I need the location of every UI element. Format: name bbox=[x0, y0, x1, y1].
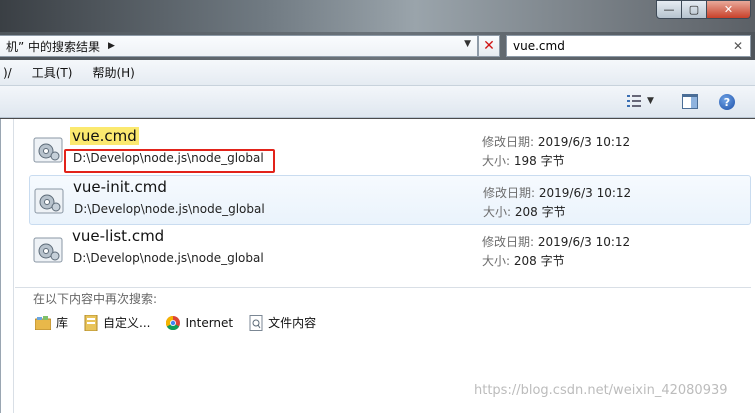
minimize-button[interactable]: — bbox=[656, 0, 682, 19]
search-custom-link[interactable]: 自定义... bbox=[84, 314, 150, 331]
breadcrumb[interactable]: 机” 中的搜索结果 bbox=[6, 38, 100, 55]
path-annotation-box bbox=[64, 149, 275, 173]
file-name[interactable]: vue-list.cmd bbox=[72, 227, 164, 245]
maximize-button[interactable]: ▢ bbox=[682, 0, 707, 19]
watermark: https://blog.csdn.net/weixin_42080939 bbox=[474, 383, 728, 398]
file-contents-label: 文件内容 bbox=[268, 316, 317, 330]
file-path: D:\Develop\node.js\node_global bbox=[73, 251, 264, 265]
chevron-down-icon[interactable]: ▼ bbox=[464, 39, 471, 49]
search-internet-link[interactable]: Internet bbox=[166, 315, 234, 330]
preview-pane-icon bbox=[682, 94, 698, 109]
nav-pane-edge bbox=[13, 119, 14, 413]
address-row: 机” 中的搜索结果 ▶ ▼ ✕ vue.cmd ✕ bbox=[0, 32, 755, 60]
file-size: 大小: 198 字节 bbox=[482, 152, 565, 169]
chrome-icon bbox=[166, 315, 181, 330]
title-bar: — ▢ ✕ bbox=[0, 0, 755, 32]
menu-item-view[interactable]: )/ bbox=[0, 66, 26, 80]
modified-date: 修改日期: 2019/6/3 10:12 bbox=[483, 184, 631, 201]
modified-label: 修改日期: bbox=[483, 186, 536, 200]
size-label: 大小: bbox=[482, 254, 511, 268]
file-name[interactable]: vue.cmd bbox=[70, 127, 139, 145]
file-size: 大小: 208 字节 bbox=[482, 252, 565, 269]
menu-item-help[interactable]: 帮助(H) bbox=[86, 64, 140, 81]
file-path: D:\Develop\node.js\node_global bbox=[74, 202, 265, 216]
modified-value: 2019/6/3 10:12 bbox=[537, 135, 631, 149]
cmd-file-icon bbox=[33, 137, 63, 163]
divider bbox=[15, 287, 751, 288]
size-label: 大小: bbox=[482, 154, 511, 168]
help-icon[interactable]: ? bbox=[719, 94, 735, 110]
address-bar[interactable]: 机” 中的搜索结果 ▶ ▼ bbox=[0, 35, 478, 57]
change-view-button[interactable]: ▼ bbox=[627, 94, 654, 108]
view-list-icon bbox=[627, 95, 641, 107]
search-close-icon[interactable]: ✕ bbox=[730, 38, 746, 54]
menu-bar: )/ 工具(T) 帮助(H) bbox=[0, 60, 755, 86]
clear-search-button[interactable]: ✕ bbox=[478, 35, 500, 57]
size-label: 大小: bbox=[483, 205, 512, 219]
size-value: 208 字节 bbox=[513, 254, 565, 268]
search-libraries-link[interactable]: 库 bbox=[35, 314, 68, 331]
libraries-label: 库 bbox=[56, 316, 69, 330]
view-dropdown-icon: ▼ bbox=[647, 96, 654, 106]
size-value: 208 字节 bbox=[514, 205, 566, 219]
modified-date: 修改日期: 2019/6/3 10:12 bbox=[482, 233, 630, 250]
modified-date: 修改日期: 2019/6/3 10:12 bbox=[482, 133, 630, 150]
menu-item-tools[interactable]: 工具(T) bbox=[26, 64, 87, 81]
cmd-file-icon bbox=[33, 237, 63, 263]
size-value: 198 字节 bbox=[513, 154, 565, 168]
search-input-value: vue.cmd bbox=[513, 39, 565, 53]
search-again-title: 在以下内容中再次搜索: bbox=[33, 292, 158, 306]
modified-label: 修改日期: bbox=[482, 135, 535, 149]
search-again-options: 库 自定义... Internet 文件内容 bbox=[35, 314, 316, 331]
custom-label: 自定义... bbox=[103, 316, 151, 330]
list-item[interactable]: vue-list.cmd D:\Develop\node.js\node_glo… bbox=[29, 225, 751, 275]
internet-label: Internet bbox=[185, 315, 234, 330]
custom-folder-icon bbox=[84, 314, 98, 331]
list-item[interactable]: vue-init.cmd D:\Develop\node.js\node_glo… bbox=[29, 175, 751, 225]
modified-value: 2019/6/3 10:12 bbox=[537, 235, 631, 249]
window-controls: — ▢ ✕ bbox=[656, 0, 751, 19]
libraries-icon bbox=[35, 315, 51, 330]
file-contents-icon bbox=[249, 314, 263, 331]
search-file-contents-link[interactable]: 文件内容 bbox=[249, 314, 316, 331]
cmd-file-icon bbox=[34, 188, 64, 214]
search-input[interactable]: vue.cmd ✕ bbox=[506, 35, 751, 57]
modified-label: 修改日期: bbox=[482, 235, 535, 249]
breadcrumb-arrow-icon[interactable]: ▶ bbox=[108, 41, 115, 51]
preview-pane-button[interactable] bbox=[682, 94, 698, 112]
modified-value: 2019/6/3 10:12 bbox=[538, 186, 632, 200]
file-size: 大小: 208 字节 bbox=[483, 203, 566, 220]
command-bar: ▼ ? bbox=[0, 86, 755, 118]
file-name[interactable]: vue-init.cmd bbox=[73, 178, 167, 196]
close-button[interactable]: ✕ bbox=[707, 0, 751, 19]
